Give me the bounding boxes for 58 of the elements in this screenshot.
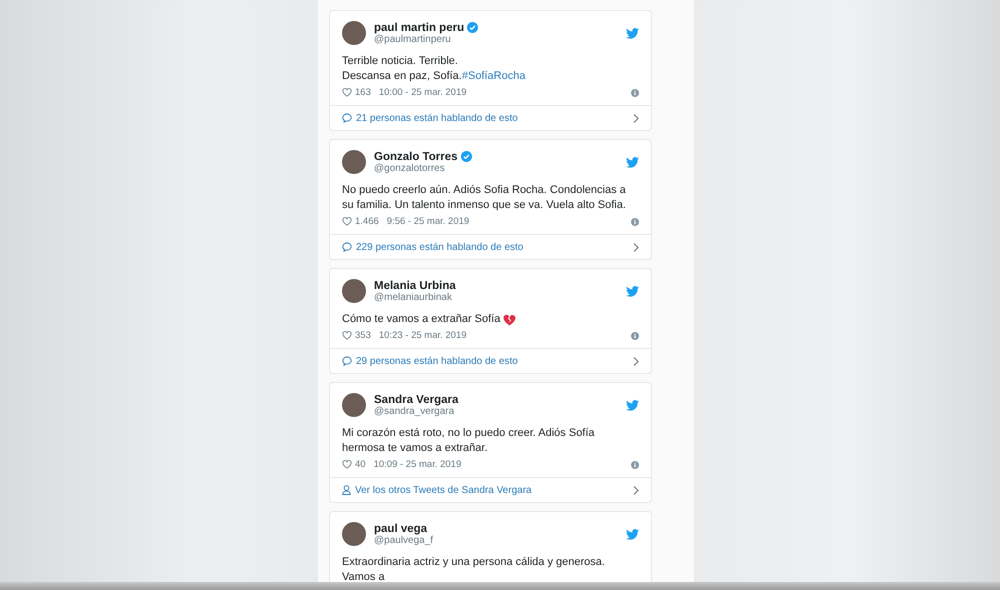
tweet-timestamp[interactable]: 10:00 - 25 mar. 2019 bbox=[378, 87, 467, 98]
like-count: 353 bbox=[355, 330, 371, 341]
like-count: 1.466 bbox=[355, 216, 379, 227]
tweet-text: Cómo te vamos a extrañar Sofía bbox=[342, 312, 500, 327]
tweet-text: Terrible noticia. Terrible. bbox=[342, 54, 458, 69]
hashtag-link[interactable]: #SofíaRocha bbox=[462, 70, 526, 82]
verified-badge-icon bbox=[467, 22, 478, 33]
like-count: 40 bbox=[355, 459, 366, 470]
info-icon[interactable] bbox=[631, 218, 639, 226]
tweet-text: No puedo creerlo aún. Adiós Sofia Rocha. Condolencias a su familia. Un talento inmenso que se va. Vuela alto Sofia. bbox=[342, 183, 627, 213]
author-name[interactable]: Sandra Vergara bbox=[374, 394, 458, 406]
tweet-timestamp[interactable]: 10:23 - 25 mar. 2019 bbox=[378, 330, 467, 341]
chevron-right-icon bbox=[633, 114, 639, 122]
author-handle[interactable]: @melaniaurbinak bbox=[374, 292, 618, 302]
like-count: 163 bbox=[355, 87, 371, 98]
verified-badge-icon bbox=[460, 151, 472, 162]
author-name[interactable]: Gonzalo Torres bbox=[374, 150, 458, 162]
footer-link[interactable]: Ver los otros Tweets de Sandra Vergara bbox=[330, 477, 651, 502]
tweet-text: Mi corazón está roto, no lo puedo creer. Adiós Sofía hermosa te vamos a extrañar. bbox=[342, 426, 596, 456]
footer-link[interactable]: 21 personas están hablando de esto bbox=[330, 105, 651, 130]
avatar[interactable] bbox=[342, 522, 366, 546]
tweet-text: Descansa en paz, Sofía.#SofíaRocha bbox=[342, 69, 526, 84]
author-name[interactable]: paul vega bbox=[374, 522, 428, 534]
bird-icon[interactable] bbox=[626, 28, 639, 38]
speech-bubble-icon bbox=[342, 356, 352, 366]
author-handle[interactable]: @paulmartinperu bbox=[374, 34, 618, 44]
author-handle[interactable]: @paulvega_f bbox=[374, 534, 618, 546]
avatar[interactable] bbox=[342, 393, 366, 417]
footer-link[interactable]: 229 personas están hablando de esto bbox=[330, 234, 651, 259]
author-handle[interactable]: @gonzalotorres bbox=[374, 162, 618, 174]
chevron-right-icon bbox=[633, 356, 639, 366]
tweet-text: Extraordinaria actriz y una persona cálida y generosa. Vamos a bbox=[342, 555, 606, 585]
author-name[interactable]: paul martin peru bbox=[374, 22, 464, 34]
heart-icon[interactable] bbox=[342, 460, 352, 469]
heart-icon[interactable] bbox=[342, 88, 352, 97]
avatar[interactable] bbox=[342, 21, 366, 45]
author-name[interactable]: Melania Urbina bbox=[374, 280, 456, 292]
speech-bubble-icon bbox=[342, 242, 352, 252]
avatar[interactable] bbox=[342, 279, 366, 303]
footer-link[interactable]: 29 personas están hablando de esto bbox=[330, 348, 651, 373]
bird-icon[interactable] bbox=[626, 400, 639, 410]
speech-bubble-icon bbox=[342, 113, 352, 123]
chevron-right-icon bbox=[633, 486, 639, 494]
avatar[interactable] bbox=[342, 150, 366, 174]
heart-icon[interactable] bbox=[342, 331, 352, 340]
info-icon[interactable] bbox=[631, 460, 639, 468]
tweet-timestamp[interactable]: 10:09 - 25 mar. 2019 bbox=[374, 459, 462, 470]
bird-icon[interactable] bbox=[626, 528, 639, 540]
bird-icon[interactable] bbox=[626, 286, 639, 296]
broken-heart-icon bbox=[503, 314, 516, 326]
tweet-timestamp[interactable]: 9:56 - 25 mar. 2019 bbox=[386, 216, 470, 227]
person-icon bbox=[342, 485, 351, 495]
bird-icon[interactable] bbox=[626, 156, 639, 168]
heart-icon[interactable] bbox=[342, 217, 352, 226]
info-icon[interactable] bbox=[631, 332, 639, 340]
author-handle[interactable]: @sandra_vergara bbox=[374, 406, 618, 416]
chevron-right-icon bbox=[633, 242, 639, 252]
info-icon[interactable] bbox=[631, 88, 639, 96]
